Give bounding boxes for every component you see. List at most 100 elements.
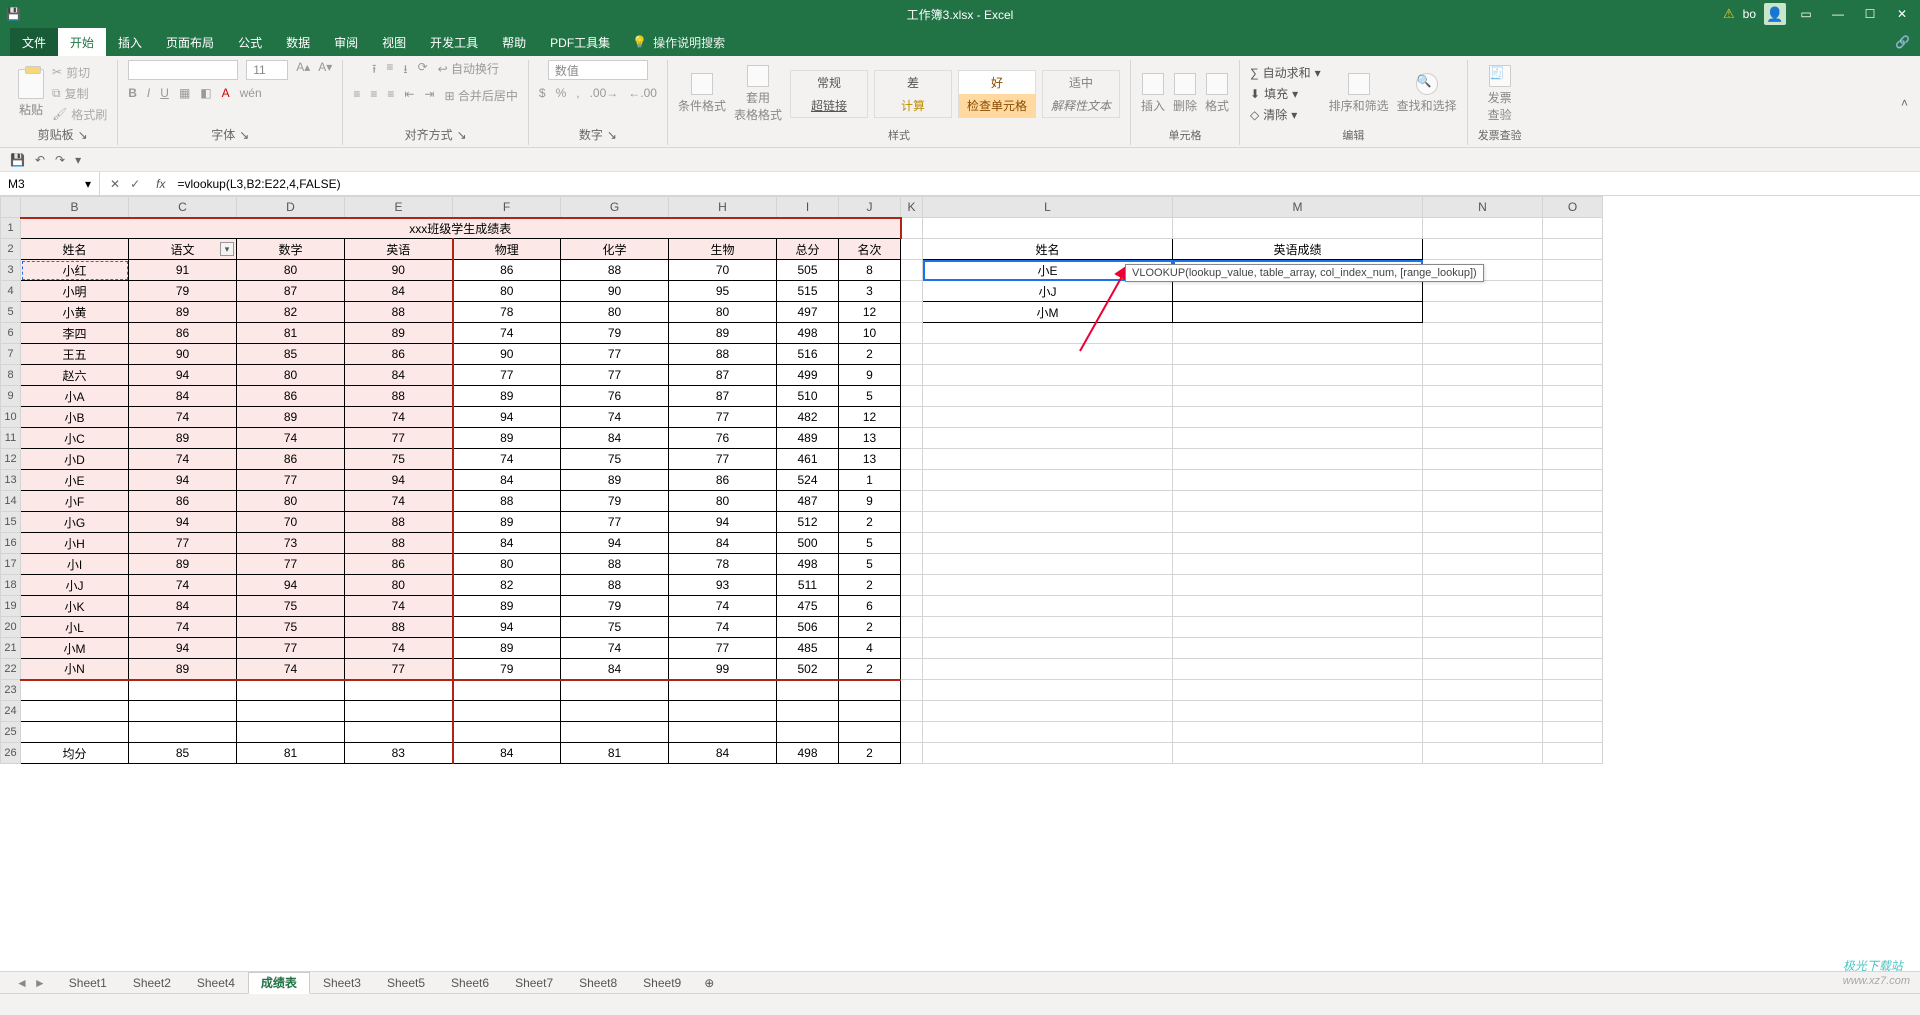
row-header[interactable]: 20 — [1, 617, 21, 638]
cell[interactable] — [561, 701, 669, 722]
align-middle-icon[interactable]: ≡ — [386, 60, 393, 81]
minimize-icon[interactable]: — — [1826, 7, 1850, 21]
cell[interactable]: 2 — [839, 617, 901, 638]
table-title[interactable]: xxx班级学生成绩表 — [21, 218, 901, 239]
cell[interactable]: 88 — [669, 344, 777, 365]
cell[interactable]: 80 — [237, 491, 345, 512]
avg-cell[interactable]: 81 — [561, 743, 669, 764]
cell[interactable]: 88 — [561, 554, 669, 575]
save-icon[interactable]: 💾 — [10, 153, 25, 167]
cell[interactable]: 89 — [453, 428, 561, 449]
lookup-name-cell[interactable]: 小J — [923, 281, 1173, 302]
cell[interactable]: 86 — [129, 491, 237, 512]
cell[interactable]: 2 — [839, 344, 901, 365]
border-button[interactable]: ▦ — [179, 86, 190, 100]
row-header[interactable]: 11 — [1, 428, 21, 449]
cell[interactable]: 77 — [237, 638, 345, 659]
cell[interactable]: 84 — [345, 365, 453, 386]
cell[interactable]: 79 — [453, 659, 561, 680]
cell[interactable] — [561, 722, 669, 743]
sheet-tab[interactable]: Sheet4 — [184, 972, 248, 994]
cell[interactable]: 75 — [561, 617, 669, 638]
avg-cell[interactable]: 84 — [453, 743, 561, 764]
row-header[interactable]: 21 — [1, 638, 21, 659]
row-header[interactable]: 2 — [1, 239, 21, 260]
style-neutral[interactable]: 适中解释性文本 — [1042, 70, 1120, 118]
column-title[interactable]: 总分 — [777, 239, 839, 260]
chevron-down-icon[interactable]: ▾ — [85, 177, 91, 191]
column-header[interactable]: N — [1423, 197, 1543, 218]
cell[interactable]: 80 — [669, 302, 777, 323]
sheet-tab[interactable]: Sheet9 — [630, 972, 694, 994]
cell[interactable]: 89 — [453, 638, 561, 659]
cell[interactable]: 84 — [561, 659, 669, 680]
cell[interactable]: 小J — [21, 575, 129, 596]
cell[interactable]: 74 — [453, 449, 561, 470]
cell[interactable]: 小红 — [21, 260, 129, 281]
cell[interactable]: 6 — [839, 596, 901, 617]
increase-font-icon[interactable]: A▴ — [296, 60, 310, 80]
cancel-formula-icon[interactable]: ✕ — [110, 177, 120, 191]
column-title[interactable]: 生物 — [669, 239, 777, 260]
cell[interactable]: 70 — [237, 512, 345, 533]
cell[interactable]: 12 — [839, 407, 901, 428]
cell[interactable]: 89 — [453, 596, 561, 617]
cell[interactable]: 89 — [345, 323, 453, 344]
cell[interactable]: 89 — [129, 428, 237, 449]
cell[interactable] — [561, 680, 669, 701]
cell[interactable] — [237, 701, 345, 722]
cell[interactable]: 小F — [21, 491, 129, 512]
cell[interactable]: 5 — [839, 554, 901, 575]
cell[interactable]: 77 — [669, 449, 777, 470]
row-header[interactable]: 14 — [1, 491, 21, 512]
cell[interactable]: 74 — [129, 449, 237, 470]
cell[interactable]: 77 — [561, 344, 669, 365]
avg-cell[interactable]: 83 — [345, 743, 453, 764]
paste-button[interactable]: 粘贴 — [18, 69, 44, 118]
cell[interactable]: 482 — [777, 407, 839, 428]
cell[interactable]: 89 — [561, 470, 669, 491]
cell[interactable]: 489 — [777, 428, 839, 449]
format-as-table-button[interactable]: 套用 表格格式 — [734, 65, 782, 123]
bold-button[interactable]: B — [128, 86, 137, 100]
sheet-tab[interactable]: Sheet2 — [120, 972, 184, 994]
italic-button[interactable]: I — [147, 86, 150, 100]
sheet-tab[interactable]: Sheet5 — [374, 972, 438, 994]
cell[interactable]: 2 — [839, 659, 901, 680]
cell[interactable]: 74 — [345, 596, 453, 617]
cut-button[interactable]: ✂ 剪切 — [52, 64, 107, 81]
cell[interactable]: 87 — [669, 365, 777, 386]
cell[interactable]: 94 — [129, 512, 237, 533]
row-header[interactable]: 9 — [1, 386, 21, 407]
column-header[interactable]: L — [923, 197, 1173, 218]
cell[interactable]: 87 — [237, 281, 345, 302]
row-header[interactable]: 17 — [1, 554, 21, 575]
column-header[interactable]: J — [839, 197, 901, 218]
column-header[interactable]: O — [1543, 197, 1603, 218]
cell[interactable]: 77 — [237, 470, 345, 491]
cell[interactable]: 502 — [777, 659, 839, 680]
maximize-icon[interactable]: ☐ — [1858, 7, 1882, 21]
cell[interactable]: 99 — [669, 659, 777, 680]
menu-tab-0[interactable]: 文件 — [10, 28, 58, 56]
wrap-text-button[interactable]: ↩ 自动换行 — [438, 60, 499, 81]
percent-icon[interactable]: % — [556, 86, 567, 100]
sheet-tab[interactable]: 成绩表 — [248, 972, 310, 994]
spreadsheet-grid[interactable]: BCDEFGHIJKLMNO1xxx班级学生成绩表2姓名语文▾数学英语物理化学生… — [0, 196, 1920, 971]
cell[interactable]: 75 — [345, 449, 453, 470]
sheet-next-icon[interactable]: ► — [34, 976, 46, 990]
cell[interactable]: 88 — [345, 533, 453, 554]
row-header[interactable]: 5 — [1, 302, 21, 323]
menu-tab-1[interactable]: 开始 — [58, 28, 106, 56]
cell[interactable]: 94 — [345, 470, 453, 491]
cell[interactable]: 475 — [777, 596, 839, 617]
font-family-select[interactable] — [128, 60, 238, 80]
align-right-icon[interactable]: ≡ — [387, 87, 394, 104]
row-header[interactable]: 19 — [1, 596, 21, 617]
cell[interactable]: 80 — [669, 491, 777, 512]
conditional-formatting-button[interactable]: 条件格式 — [678, 73, 726, 114]
row-header[interactable]: 6 — [1, 323, 21, 344]
clear-button[interactable]: ◇ 清除 ▾ — [1250, 106, 1321, 123]
menu-tab-7[interactable]: 视图 — [370, 28, 418, 56]
cell[interactable] — [237, 722, 345, 743]
